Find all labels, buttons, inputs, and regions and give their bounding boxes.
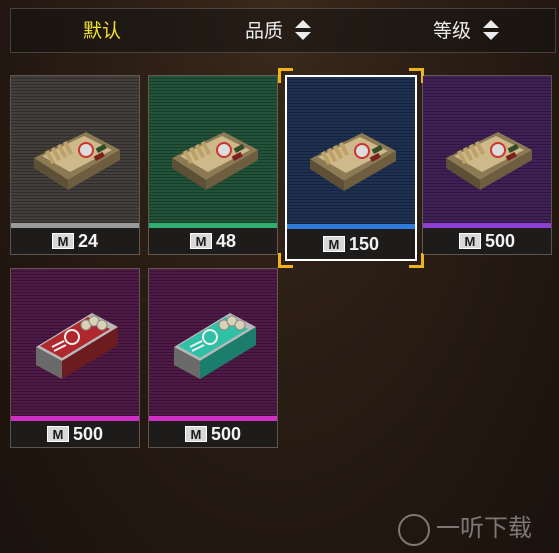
currency-icon: M [458,233,481,249]
item-card[interactable]: M 48 [148,75,278,255]
teal-ammo-case-icon [164,299,264,389]
currency-icon: M [51,233,74,249]
ammo-box-icon [438,106,538,196]
sort-tab-default[interactable]: 默认 [83,9,121,54]
selection-corner [409,253,424,268]
sort-tab-default-label: 默认 [83,21,122,42]
sort-tab-quality[interactable]: 品质 [245,9,312,54]
selection-corner [278,68,293,83]
item-card[interactable]: M 500 [10,268,140,448]
item-card[interactable]: M 500 [148,268,278,448]
price-area: M 24 [11,228,139,254]
watermark-logo-icon [398,513,430,546]
item-card[interactable]: M 24 [10,75,140,255]
item-card[interactable]: M 500 [422,75,552,255]
price-value: 500 [484,230,516,251]
sort-arrows-icon [295,19,312,40]
ammo-box-icon [26,106,126,196]
price-area: M 500 [11,421,139,447]
ammo-box-icon [164,106,264,196]
sort-tab-quality-label: 品质 [245,21,284,42]
price-area: M 500 [149,421,277,447]
ammo-box-icon [302,107,402,197]
currency-icon: M [322,236,345,252]
currency-icon: M [184,426,207,442]
selection-corner [278,253,293,268]
price-value: 24 [77,230,99,251]
sort-tab-level[interactable]: 等级 [433,9,500,54]
currency-icon: M [46,426,69,442]
item-card[interactable]: M 150 [278,68,424,268]
watermark: 一听下载 [398,508,532,546]
watermark-text: 一听下载 [436,515,532,542]
currency-icon: M [189,233,212,249]
price-area: M 150 [287,229,415,259]
red-ammo-case-icon [26,299,126,389]
sort-arrows-icon [483,19,500,40]
price-value: 150 [348,233,380,254]
sort-bar: 默认 品质 等级 [10,8,556,53]
price-area: M 500 [423,228,551,254]
price-value: 48 [215,230,237,251]
price-value: 500 [72,423,104,444]
sort-tab-level-label: 等级 [433,21,472,42]
price-area: M 48 [149,228,277,254]
price-value: 500 [210,423,242,444]
